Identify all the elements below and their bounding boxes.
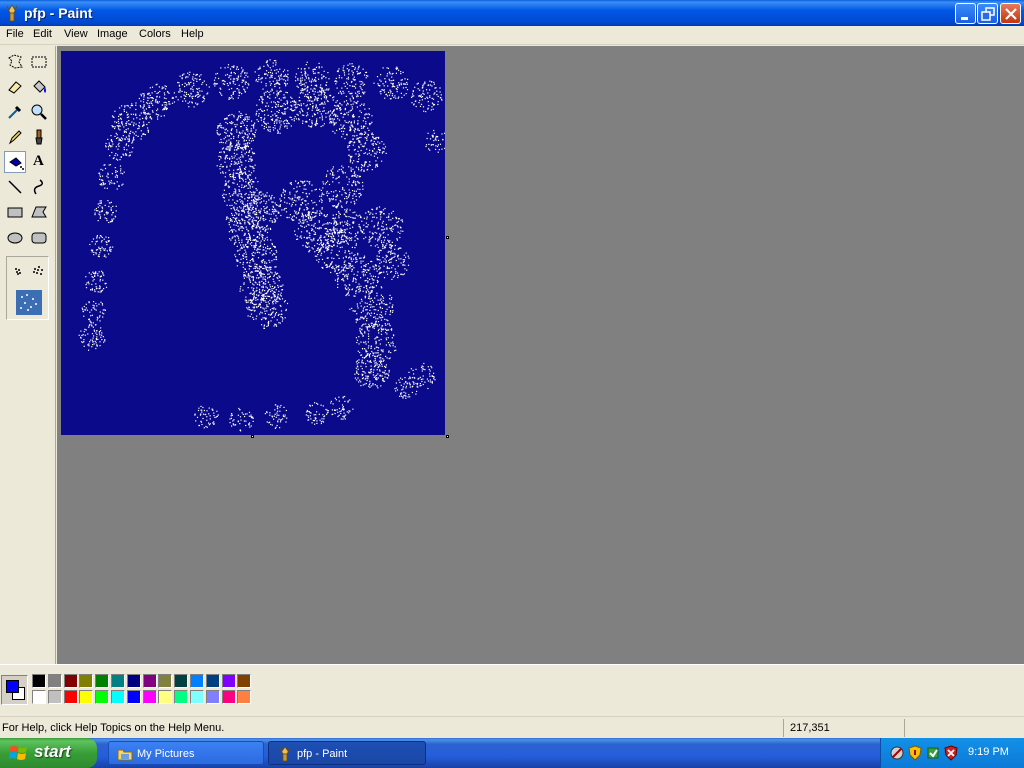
canvas-drawing [78,59,445,432]
taskbar-my-pictures[interactable]: My Pictures [108,741,264,765]
palette-color-swatch[interactable] [111,674,125,688]
rectangle-tool[interactable] [4,201,26,223]
palette-color-swatch[interactable] [158,674,173,688]
minimize-button[interactable] [955,3,976,24]
curve-tool[interactable] [28,176,50,198]
palette-color-swatch[interactable] [79,674,94,688]
palette-color-swatch[interactable] [205,674,220,688]
palette-color-swatch[interactable] [47,674,62,688]
rounded-rectangle-tool[interactable] [28,226,50,248]
palette-color-swatch[interactable] [142,674,157,688]
palette-color-swatch[interactable] [190,674,204,688]
toolbox: A [0,46,56,664]
palette-color-swatch[interactable] [221,674,236,688]
title-bar[interactable]: pfp - Paint [0,0,1024,26]
paint-app-icon[interactable] [4,4,20,22]
magnifier-tool[interactable] [28,101,50,123]
palette-color-swatch[interactable] [32,674,46,688]
current-colors [1,675,28,705]
palette-color-swatch[interactable] [158,690,173,704]
polygon-tool[interactable] [28,201,50,223]
clock: 9:19 PM [968,746,1009,758]
fill-with-color-tool[interactable] [28,76,50,98]
menu-bar: File Edit View Image Colors Help [0,26,1024,45]
line-tool[interactable] [4,176,26,198]
text-tool-glyph: A [33,153,44,169]
windows-logo-icon [9,746,27,760]
menu-image[interactable]: Image [95,28,130,40]
folder-icon [117,749,133,761]
palette-color-swatch[interactable] [237,690,252,704]
status-selection-size [904,719,1022,737]
canvas-resize-handle-right[interactable] [446,236,449,239]
pick-color-tool[interactable] [4,101,26,123]
palette-color-swatch[interactable] [95,690,110,704]
palette-color-swatch[interactable] [111,690,125,704]
start-button[interactable]: start [0,738,97,768]
select-tool[interactable] [28,51,50,73]
palette-color-swatch[interactable] [142,690,157,704]
canvas-resize-handle-bottom[interactable] [251,435,254,438]
airbrush-tool[interactable] [4,151,26,173]
palette-color-swatch[interactable] [126,690,141,704]
eraser-tool[interactable] [4,76,26,98]
status-help-text: For Help, click Help Topics on the Help … [2,722,225,734]
palette-color-swatch[interactable] [63,690,78,704]
foreground-color-swatch [6,680,19,693]
brush-tool[interactable] [28,126,50,148]
color-palette [0,664,1024,714]
restore-button[interactable] [977,3,998,24]
ellipse-tool[interactable] [4,226,26,248]
free-form-select-tool[interactable] [4,51,26,73]
palette-color-swatch[interactable] [32,690,46,704]
palette-color-swatch[interactable] [221,690,236,704]
canvas-resize-handle-corner[interactable] [446,435,449,438]
taskbar: start My Pictures pfp - Paint 9:19 PM [0,738,1024,768]
drawing-workspace[interactable] [57,46,1024,664]
taskbar-paint[interactable]: pfp - Paint [268,741,426,765]
menu-colors[interactable]: Colors [137,28,173,40]
drawing-canvas[interactable] [61,51,445,435]
status-bar: For Help, click Help Topics on the Help … [0,716,1024,738]
task-label: My Pictures [137,748,195,760]
palette-color-swatch[interactable] [63,674,78,688]
close-button[interactable] [1000,3,1021,24]
palette-color-swatch[interactable] [126,674,141,688]
security-shield-icon[interactable] [907,745,923,761]
task-label: pfp - Paint [297,748,348,760]
menu-file[interactable]: File [4,28,26,40]
cursor-coordinates: 217,351 [783,719,903,737]
window-title: pfp - Paint [24,5,93,21]
menu-edit[interactable]: Edit [31,28,54,40]
network-tools-icon[interactable] [889,745,905,761]
palette-color-swatch[interactable] [79,690,94,704]
palette-color-swatch[interactable] [237,674,252,688]
palette-color-swatch[interactable] [174,690,189,704]
windows-update-icon[interactable] [925,745,941,761]
text-tool[interactable]: A [28,151,50,173]
palette-color-swatch[interactable] [95,674,110,688]
palette-color-swatch[interactable] [47,690,62,704]
palette-color-swatch[interactable] [205,690,220,704]
menu-view[interactable]: View [62,28,90,40]
tool-options-panel[interactable] [6,256,49,320]
palette-color-swatch[interactable] [190,690,204,704]
palette-color-swatch[interactable] [174,674,189,688]
security-alert-icon[interactable] [943,745,959,761]
paint-app-icon [279,746,291,762]
start-label: start [34,742,71,761]
menu-help[interactable]: Help [179,28,206,40]
system-tray: 9:19 PM [880,738,1024,768]
pencil-tool[interactable] [4,126,26,148]
